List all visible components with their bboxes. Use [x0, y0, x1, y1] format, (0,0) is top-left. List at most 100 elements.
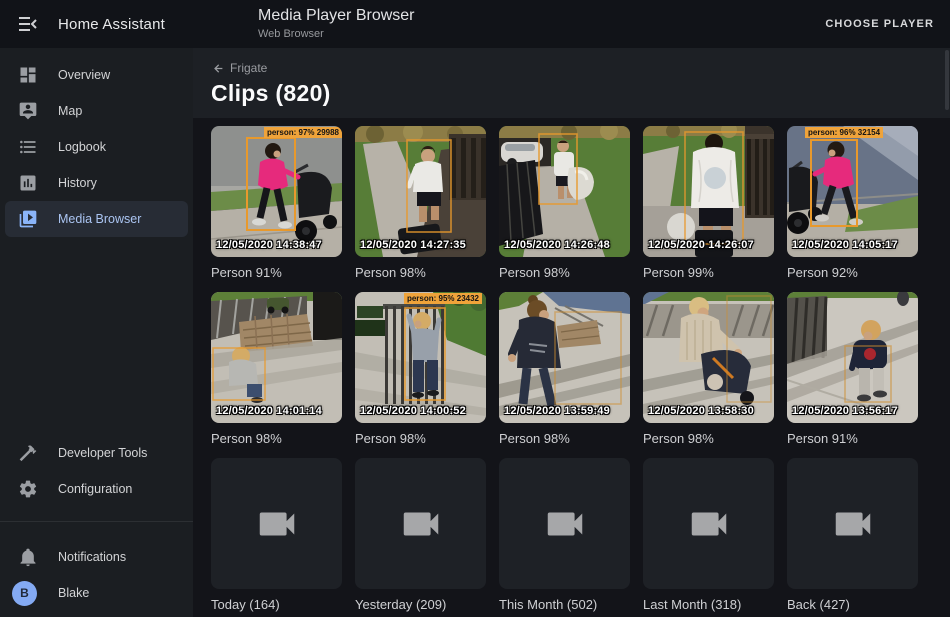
detection-label: person: 95% 23432: [404, 293, 482, 304]
clip-card[interactable]: person: 97% 29988 12/05/2020 14:38:47 Pe…: [211, 126, 342, 280]
clip-scene-image: [499, 292, 630, 423]
detection-label: person: 97% 29988: [264, 127, 342, 138]
clip-thumbnail: 12/05/2020 13:56:17: [787, 292, 918, 423]
choose-player-button[interactable]: CHOOSE PLAYER: [825, 18, 934, 30]
clip-scene-image: [643, 292, 774, 423]
sidebar-item-configuration[interactable]: Configuration: [0, 471, 193, 507]
folder-label: Today (164): [211, 597, 342, 612]
folder-card-last-month[interactable]: Last Month (318): [643, 458, 774, 612]
app-title: Home Assistant: [58, 16, 165, 33]
clip-thumbnail: 12/05/2020 14:26:07: [643, 126, 774, 257]
folder-card-back[interactable]: Back (427): [787, 458, 918, 612]
page-subtitle: Web Browser: [258, 28, 415, 41]
video-camera-icon: [830, 501, 876, 547]
gear-icon: [18, 479, 38, 499]
clip-scene-image: [211, 292, 342, 423]
clip-caption: Person 98%: [355, 431, 486, 446]
clip-thumbnail: 12/05/2020 14:27:35: [355, 126, 486, 257]
folder-label: Back (427): [787, 597, 918, 612]
clip-caption: Person 98%: [643, 431, 774, 446]
clip-scene-image: [643, 126, 774, 257]
bell-icon: [18, 547, 38, 567]
clip-scene-image: [499, 126, 630, 257]
sidebar-spacer: [0, 237, 193, 435]
breadcrumb-back-frigate[interactable]: Frigate: [211, 61, 267, 75]
app-bar: Home Assistant Media Player Browser Web …: [0, 0, 950, 48]
clip-timestamp: 12/05/2020 13:59:49: [504, 405, 610, 417]
page-heading: Clips (820): [211, 80, 950, 107]
sidebar-user[interactable]: B Blake: [0, 575, 193, 611]
folder-label: Last Month (318): [643, 597, 774, 612]
sidebar-item-overview[interactable]: Overview: [0, 57, 193, 93]
clip-caption: Person 99%: [643, 265, 774, 280]
clip-timestamp: 12/05/2020 14:38:47: [216, 239, 322, 251]
clip-thumbnail: 12/05/2020 14:26:48: [499, 126, 630, 257]
app-bar-left: Home Assistant: [0, 12, 193, 36]
clip-card[interactable]: 12/05/2020 14:26:07 Person 99%: [643, 126, 774, 280]
clip-card[interactable]: 12/05/2020 14:27:35 Person 98%: [355, 126, 486, 280]
sidebar-item-label: Overview: [58, 68, 110, 82]
sidebar-item-label: Notifications: [58, 550, 126, 564]
sidebar-item-history[interactable]: History: [0, 165, 193, 201]
detection-label: person: 96% 32154: [805, 127, 883, 138]
clip-thumbnail: 12/05/2020 13:58:30: [643, 292, 774, 423]
clip-card[interactable]: 12/05/2020 14:26:48 Person 98%: [499, 126, 630, 280]
sidebar-divider: [0, 521, 193, 522]
clip-card[interactable]: 12/05/2020 13:58:30 Person 98%: [643, 292, 774, 446]
folder-card-today[interactable]: Today (164): [211, 458, 342, 612]
sidebar-item-map[interactable]: Map: [0, 93, 193, 129]
sidebar-item-media-browser[interactable]: Media Browser: [5, 201, 188, 237]
sidebar-item-label: Configuration: [58, 482, 132, 496]
user-name: Blake: [58, 586, 89, 600]
clip-caption: Person 91%: [787, 431, 918, 446]
clip-timestamp: 12/05/2020 14:26:07: [648, 239, 754, 251]
folder-card-yesterday[interactable]: Yesterday (209): [355, 458, 486, 612]
clip-scene-image: [355, 126, 486, 257]
clip-card[interactable]: person: 96% 32154 12/05/2020 14:05:17 Pe…: [787, 126, 918, 280]
clip-card[interactable]: 12/05/2020 13:56:17 Person 91%: [787, 292, 918, 446]
folder-thumbnail: [211, 458, 342, 589]
sidebar-item-label: History: [58, 176, 97, 190]
folder-card-this-month[interactable]: This Month (502): [499, 458, 630, 612]
clip-card[interactable]: 12/05/2020 14:01:14 Person 98%: [211, 292, 342, 446]
video-camera-icon: [542, 501, 588, 547]
clip-card[interactable]: 12/05/2020 13:59:49 Person 98%: [499, 292, 630, 446]
vertical-scrollbar[interactable]: [945, 50, 949, 110]
folder-thumbnail: [499, 458, 630, 589]
video-camera-icon: [686, 501, 732, 547]
clip-thumbnail: person: 96% 32154 12/05/2020 14:05:17: [787, 126, 918, 257]
play-box-multiple-icon: [18, 209, 38, 229]
clips-grid: person: 97% 29988 12/05/2020 14:38:47 Pe…: [211, 126, 932, 612]
folder-label: This Month (502): [499, 597, 630, 612]
sidebar-item-notifications[interactable]: Notifications: [0, 539, 193, 575]
dashboard-icon: [18, 65, 38, 85]
breadcrumb-label: Frigate: [230, 61, 267, 75]
folder-label: Yesterday (209): [355, 597, 486, 612]
clip-timestamp: 12/05/2020 14:27:35: [360, 239, 466, 251]
clip-scene-image: [787, 126, 918, 257]
media-browser-panel: Frigate Clips (820): [193, 48, 950, 617]
sidebar-item-logbook[interactable]: Logbook: [0, 129, 193, 165]
clip-card[interactable]: person: 95% 23432 12/05/2020 14:00:52 Pe…: [355, 292, 486, 446]
clip-thumbnail: person: 97% 29988 12/05/2020 14:38:47: [211, 126, 342, 257]
clip-timestamp: 12/05/2020 14:00:52: [360, 405, 466, 417]
folder-thumbnail: [355, 458, 486, 589]
clip-timestamp: 12/05/2020 14:05:17: [792, 239, 898, 251]
back-arrow-icon: [211, 62, 224, 75]
clip-caption: Person 91%: [211, 265, 342, 280]
video-camera-icon: [398, 501, 444, 547]
page-title: Media Player Browser: [258, 7, 415, 25]
clip-thumbnail: person: 95% 23432 12/05/2020 14:00:52: [355, 292, 486, 423]
clip-timestamp: 12/05/2020 13:58:30: [648, 405, 754, 417]
folder-thumbnail: [787, 458, 918, 589]
video-camera-icon: [254, 501, 300, 547]
map-account-icon: [18, 101, 38, 121]
sidebar-item-developer-tools[interactable]: Developer Tools: [0, 435, 193, 471]
user-avatar: B: [12, 581, 37, 606]
media-browser-header: Frigate Clips (820): [193, 48, 950, 118]
sidebar-item-label: Developer Tools: [58, 446, 147, 460]
sidebar-item-label: Logbook: [58, 140, 106, 154]
clip-scene-image: [787, 292, 918, 423]
clip-timestamp: 12/05/2020 13:56:17: [792, 405, 898, 417]
sidebar-toggle-icon[interactable]: [16, 12, 40, 36]
